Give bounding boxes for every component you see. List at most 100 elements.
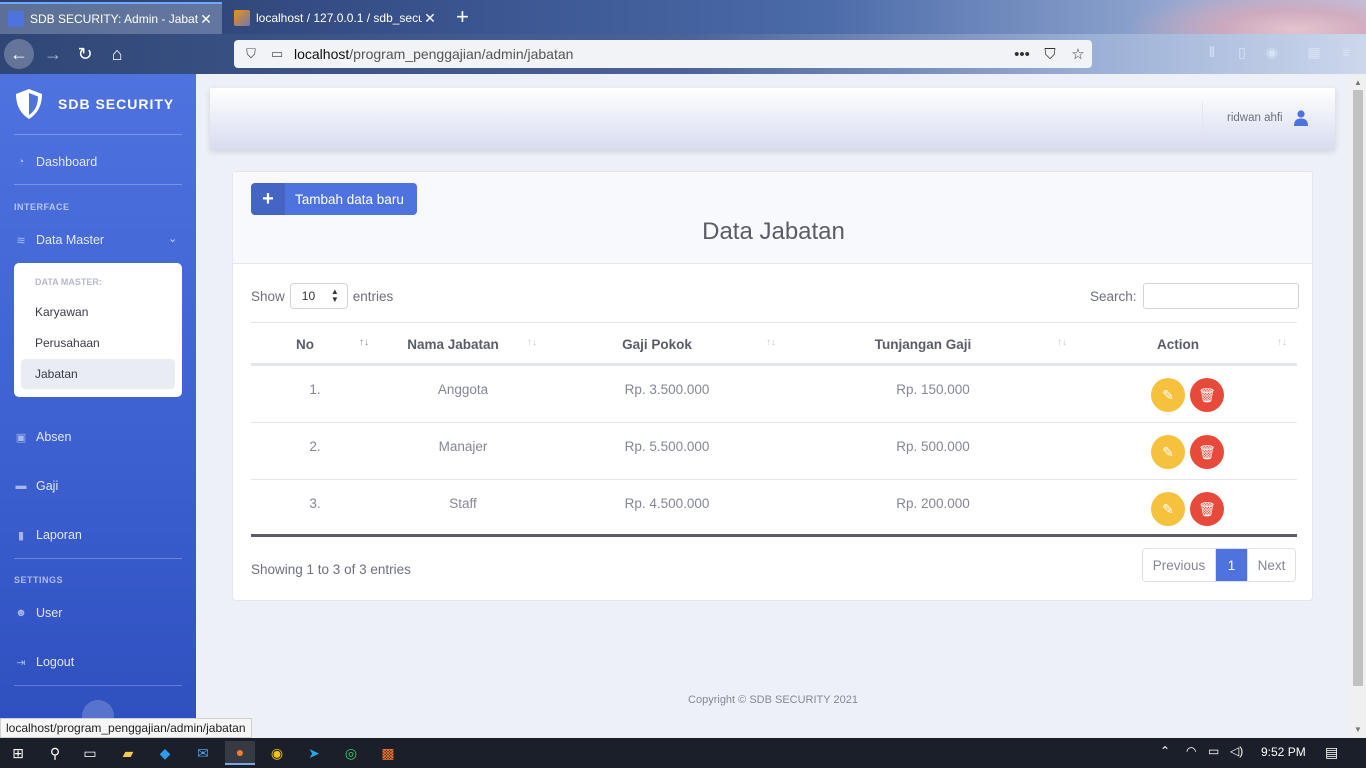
- column-header-action[interactable]: Action: [1138, 337, 1218, 352]
- scroll-up-icon[interactable]: ▲: [1354, 78, 1362, 87]
- table-row: 2. Manajer Rp. 5.500.000 Rp. 500.000 ✎ 🗑: [251, 423, 1297, 480]
- delete-button[interactable]: 🗑: [1190, 435, 1224, 469]
- submenu-item-karyawan[interactable]: Karyawan: [21, 297, 175, 327]
- entries-value: 10: [301, 289, 316, 303]
- scroll-down-icon[interactable]: ▼: [1354, 725, 1362, 734]
- money-icon: ▬: [15, 480, 27, 492]
- extension-icon[interactable]: ▦: [1304, 44, 1324, 64]
- user-name[interactable]: ridwan ahfi: [1227, 112, 1283, 124]
- volume-icon[interactable]: ◁): [1230, 744, 1243, 758]
- phpmyadmin-icon: [234, 10, 250, 26]
- bookmark-star-icon[interactable]: ☆: [1064, 45, 1092, 63]
- sidebar-item-user[interactable]: ☻ User: [14, 601, 62, 625]
- cell-no: 3.: [309, 496, 321, 511]
- delete-button[interactable]: 🗑: [1190, 378, 1224, 412]
- pagination: Previous 1 Next: [1142, 548, 1296, 582]
- library-icon[interactable]: ⫴: [1202, 44, 1222, 64]
- vscode-icon[interactable]: ◆: [150, 741, 180, 765]
- chevron-down-icon[interactable]: ⌄: [168, 232, 177, 245]
- next-page-button[interactable]: Next: [1247, 549, 1295, 581]
- search-input[interactable]: [1142, 283, 1299, 309]
- sidebar-item-label: Gaji: [36, 479, 59, 493]
- sort-icon[interactable]: ↑↓: [1277, 337, 1287, 348]
- back-button[interactable]: ←: [4, 39, 34, 69]
- sort-asc-icon[interactable]: ↑↓: [359, 337, 369, 348]
- submenu-item-jabatan[interactable]: Jabatan: [21, 359, 175, 389]
- cell-nama-jabatan: Staff: [449, 496, 477, 511]
- search-icon[interactable]: ⚲: [40, 741, 70, 765]
- tab-phpmyadmin[interactable]: localhost / 127.0.0.1 / sdb_security ✕: [226, 2, 446, 34]
- chrome-icon[interactable]: ◉: [262, 741, 292, 765]
- file-explorer-icon[interactable]: ▰: [113, 741, 143, 765]
- cell-gaji-pokok: Rp. 4.500.000: [624, 496, 710, 511]
- clock[interactable]: 9:52 PM: [1261, 745, 1306, 759]
- brand-link[interactable]: SDB SECURITY: [14, 88, 174, 120]
- scrollbar-thumb[interactable]: [1353, 90, 1363, 686]
- shield-icon[interactable]: ⛉: [242, 46, 260, 62]
- close-tab-icon[interactable]: ✕: [198, 11, 214, 28]
- more-actions-icon[interactable]: •••: [1008, 46, 1036, 63]
- edit-button[interactable]: ✎: [1151, 435, 1185, 469]
- footer-copyright: Copyright © SDB SECURITY 2021: [688, 694, 858, 706]
- telegram-icon[interactable]: ➤: [299, 741, 329, 765]
- mail-icon[interactable]: ✉: [188, 741, 218, 765]
- url-text[interactable]: localhost/program_penggajian/admin/jabat…: [294, 46, 1008, 62]
- column-header-gaji-pokok[interactable]: Gaji Pokok: [587, 337, 727, 352]
- tab-admin-jabatan[interactable]: SDB SECURITY: Admin - Jabatan ✕: [0, 2, 222, 34]
- new-tab-button[interactable]: +: [456, 4, 469, 30]
- users-icon: ☻: [15, 607, 27, 619]
- battery-icon[interactable]: ▭: [1208, 744, 1219, 758]
- windows-taskbar: ⊞ ⚲ ▭ ▰ ◆ ✉ ● ◉ ➤ ◎ ▩ ⌃ ◠ ▭ ◁) 9:52 PM ▤: [0, 738, 1366, 768]
- show-label: Show: [251, 288, 285, 304]
- account-icon[interactable]: ◉: [1262, 44, 1282, 64]
- chevron-up-icon[interactable]: ⌃: [1160, 744, 1170, 758]
- sidebar-item-dashboard[interactable]: ◔ Dashboard: [14, 150, 97, 174]
- entries-length-control: Show 10 ▲ ▼ entries: [251, 283, 393, 309]
- jabatan-table: No ↑↓ Nama Jabatan ↑↓ Gaji Pokok ↑↓ Tunj…: [251, 322, 1297, 537]
- add-jabatan-button[interactable]: + Tambah data baru: [251, 183, 417, 215]
- tab-title: SDB SECURITY: Admin - Jabatan: [30, 12, 198, 26]
- cell-nama-jabatan: Anggota: [437, 382, 489, 397]
- column-header-tunjangan-gaji[interactable]: Tunjangan Gaji: [853, 337, 993, 352]
- previous-page-button[interactable]: Previous: [1143, 549, 1216, 581]
- sidebar-icon[interactable]: ▯: [1232, 44, 1252, 64]
- notifications-icon[interactable]: ▤: [1325, 744, 1338, 761]
- edit-icon: ✎: [1162, 500, 1174, 517]
- sidebar-item-gaji[interactable]: ▬ Gaji: [14, 474, 59, 498]
- wifi-icon[interactable]: ◠: [1186, 744, 1196, 758]
- user-icon[interactable]: [1294, 110, 1308, 126]
- edit-icon: ✎: [1162, 443, 1174, 460]
- page-1-button[interactable]: 1: [1216, 549, 1247, 581]
- forward-button[interactable]: →: [38, 39, 68, 69]
- sidebar-item-data-master[interactable]: ≋ Data Master: [14, 228, 104, 252]
- sort-icon[interactable]: ↑↓: [766, 337, 776, 348]
- delete-button[interactable]: 🗑: [1190, 492, 1224, 526]
- task-view-icon[interactable]: ▭: [75, 741, 105, 765]
- edit-button[interactable]: ✎: [1151, 378, 1185, 412]
- column-header-nama-jabatan[interactable]: Nama Jabatan: [383, 337, 523, 352]
- reload-button[interactable]: ↻: [70, 39, 100, 69]
- table-search: Search:: [1090, 283, 1299, 309]
- sidebar-item-label: Data Master: [36, 233, 105, 247]
- whatsapp-icon[interactable]: ◎: [336, 741, 366, 765]
- menu-icon[interactable]: ≡: [1336, 44, 1356, 64]
- address-bar[interactable]: ⛉ ▭ localhost/program_penggajian/admin/j…: [234, 40, 1092, 68]
- sort-icon[interactable]: ↑↓: [527, 337, 537, 348]
- pocket-icon[interactable]: ⛉: [1036, 46, 1064, 63]
- firefox-icon[interactable]: ●: [225, 741, 255, 765]
- xampp-icon[interactable]: ▩: [373, 741, 403, 765]
- sidebar-item-logout[interactable]: ⇥ Logout: [14, 650, 74, 674]
- entries-select[interactable]: 10 ▲ ▼: [289, 283, 348, 309]
- sidebar-item-laporan[interactable]: ▮ Laporan: [14, 523, 82, 547]
- jabatan-card: + Tambah data baru Data Jabatan Show 10 …: [232, 171, 1313, 601]
- submenu-item-perusahaan[interactable]: Perusahaan: [21, 328, 175, 358]
- page-scrollbar[interactable]: ▲ ▼: [1350, 74, 1366, 738]
- close-tab-icon[interactable]: ✕: [422, 10, 438, 27]
- sidebar-item-absen[interactable]: ▣ Absen: [14, 425, 72, 449]
- windows-start-icon[interactable]: ⊞: [3, 741, 33, 765]
- page-info-icon[interactable]: ▭: [268, 46, 286, 62]
- column-header-no[interactable]: No: [285, 337, 325, 352]
- edit-button[interactable]: ✎: [1151, 492, 1185, 526]
- sort-icon[interactable]: ↑↓: [1057, 337, 1067, 348]
- home-button[interactable]: ⌂: [102, 39, 132, 69]
